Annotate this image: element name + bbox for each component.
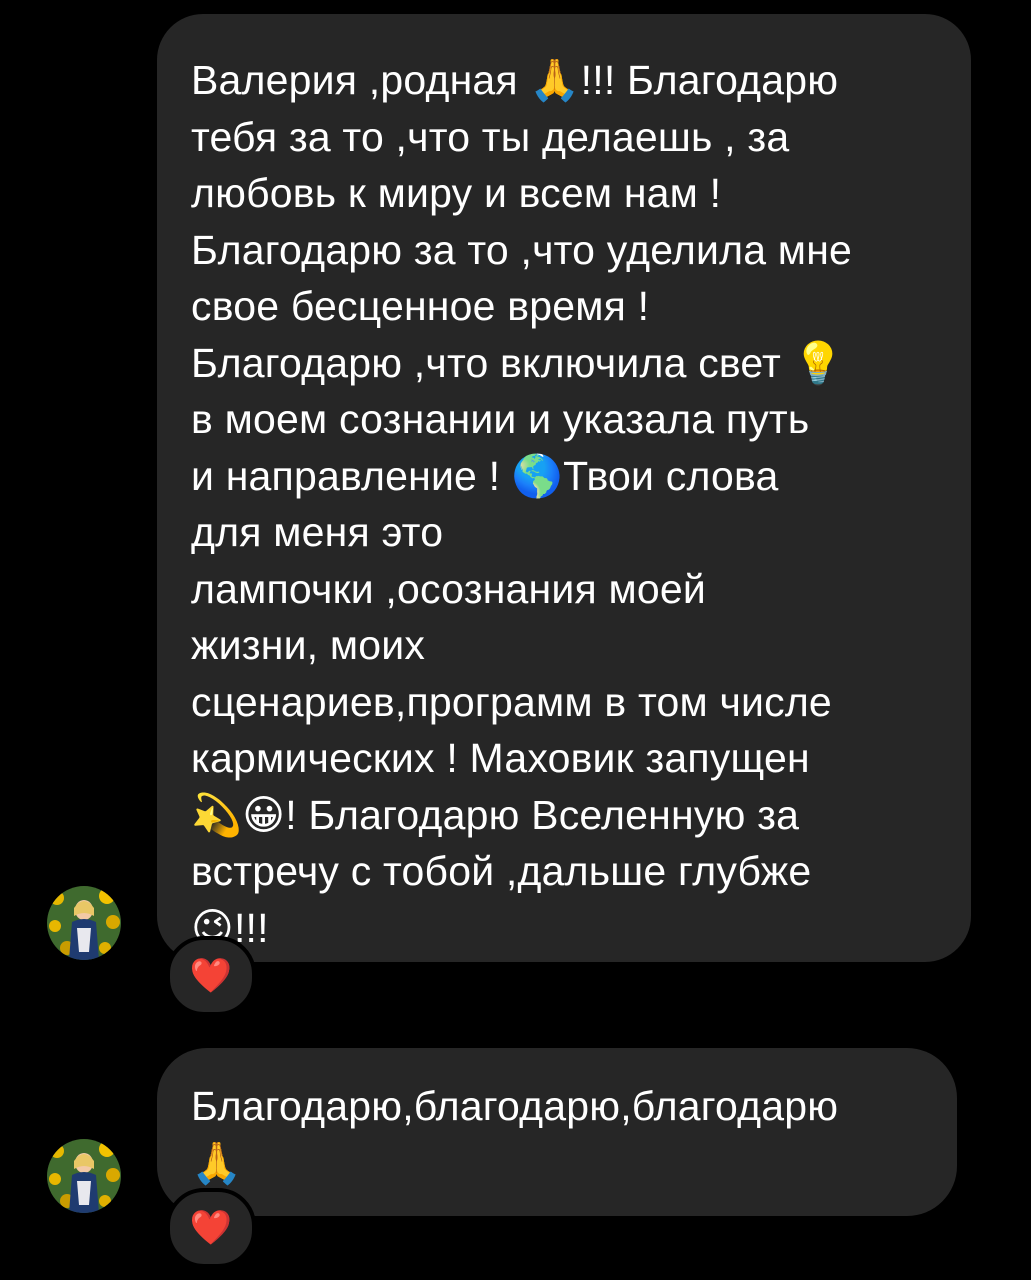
message-text: Валерия ,родная 🙏!!! Благодарю тебя за т… [191,57,853,951]
red-heart-icon: ❤️ [189,1209,233,1247]
red-heart-icon: ❤️ [189,957,233,995]
reaction-badge[interactable]: ❤️ [166,1188,256,1268]
sender-avatar[interactable] [47,1139,121,1213]
avatar-image [47,1139,121,1213]
avatar-image [47,886,121,960]
message-bubble[interactable]: Валерия ,родная 🙏!!! Благодарю тебя за т… [157,14,971,962]
sender-avatar[interactable] [47,886,121,960]
message-bubble[interactable]: Благодарю,благодарю,благодарю 🙏 [157,1048,957,1216]
reaction-badge[interactable]: ❤️ [166,936,256,1016]
message-text: Благодарю,благодарю,благодарю 🙏 [191,1083,839,1186]
